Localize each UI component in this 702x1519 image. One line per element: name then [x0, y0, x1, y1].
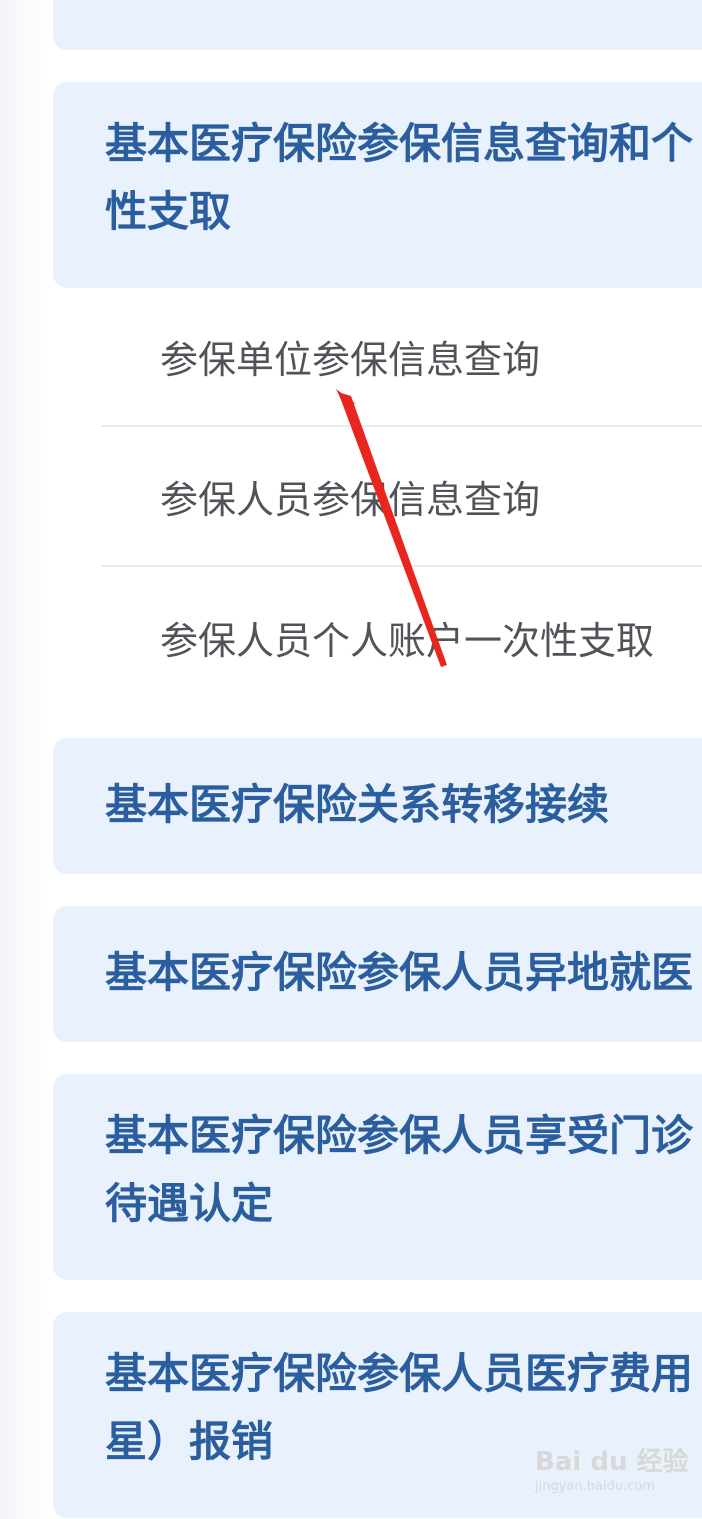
sub-item-employer-info-query[interactable]: 参保单位参保信息查询: [102, 287, 702, 427]
section-card-offsite-medical[interactable]: 基本医疗保险参保人员异地就医: [53, 906, 702, 1042]
watermark-url: jingyan.baidu.com: [535, 1479, 655, 1494]
section-card-relationship-transfer[interactable]: 基本医疗保险关系转移接续: [53, 738, 702, 874]
left-edge-shadow: [0, 0, 48, 1519]
section-title-line-1: 基本医疗保险关系转移接续: [105, 780, 610, 829]
baidu-jingyan-watermark: Bai du 经验 jingyan.baidu.com: [535, 1445, 695, 1505]
section-title-line-1: 基本医疗保险参保信息查询和个: [105, 119, 694, 168]
sub-item-label: 参保人员个人账户一次性支取: [160, 618, 655, 663]
section-card-insurance-info-query[interactable]: 基本医疗保险参保信息查询和个 性支取: [53, 82, 702, 288]
section-title-line-2: 待遇认定: [105, 1179, 274, 1228]
section-title-line-1: 基本医疗保险参保人员异地就医: [105, 948, 694, 997]
section-title-line-1: 基本医疗保险参保人员医疗费用: [105, 1349, 694, 1398]
watermark-brand: Bai du 经验: [535, 1447, 689, 1477]
sub-item-label: 参保人员参保信息查询: [160, 477, 541, 522]
sub-item-insured-person-info-query[interactable]: 参保人员参保信息查询: [102, 427, 702, 567]
sub-item-account-lump-sum-withdrawal[interactable]: 参保人员个人账户一次性支取: [102, 567, 702, 707]
section-title-line-2: 性支取: [105, 187, 232, 236]
sub-item-label: 参保单位参保信息查询: [160, 337, 541, 382]
section-card-partial[interactable]: [53, 0, 702, 50]
section-card-outpatient-treatment[interactable]: 基本医疗保险参保人员享受门诊 待遇认定: [53, 1074, 702, 1280]
page: 基本医疗保险参保信息查询和个 性支取 参保单位参保信息查询 参保人员参保信息查询…: [0, 0, 702, 1519]
section-title-line-1: 基本医疗保险参保人员享受门诊: [105, 1111, 694, 1160]
